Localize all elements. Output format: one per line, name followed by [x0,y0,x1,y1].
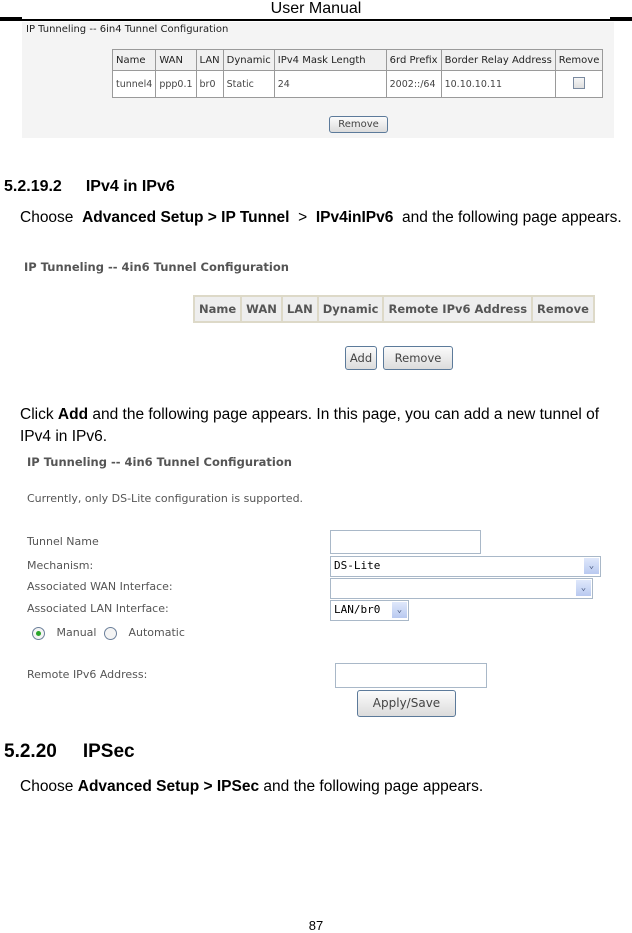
tunnel-table-4in6: Name WAN LAN Dynamic Remote IPv6 Address… [192,295,595,323]
lan-interface-value: LAN/br0 [334,603,381,616]
text-choose: Choose [20,778,74,795]
col-lan: LAN [280,295,319,323]
cell-dynamic: Static [222,70,275,98]
cell-prefix: 2002::/64 [385,70,442,98]
apply-save-button[interactable]: Apply/Save [357,690,456,717]
cell-lan: br0 [195,70,224,98]
radio-manual[interactable] [32,626,45,640]
tunnel-table-6in4: Name WAN LAN Dynamic IPv4 Mask Length 6r… [111,49,604,98]
screenshot-title-4in6-add: IP Tunneling -- 4in6 Tunnel Configuratio… [27,455,292,469]
ipsec-paragraph: Choose Advanced Setup > IPSec and the fo… [20,776,483,798]
screenshot-6in4-config: IP Tunneling -- 6in4 Tunnel Configuratio… [22,22,614,138]
path-separator: > [298,209,308,226]
section-number: 5.2.19.2 [4,178,62,195]
mode-radio-group: Manual Automatic [32,626,185,640]
remove-button-4in6[interactable]: Remove [383,346,453,370]
wan-interface-label: Associated WAN Interface: [27,580,173,593]
cell-name: tunnel4 [111,70,157,98]
remove-checkbox[interactable] [573,76,586,89]
remote-ipv6-label: Remote IPv6 Address: [27,668,148,681]
cell-wan: ppp0.1 [155,70,197,98]
cell-mask: 24 [273,70,387,98]
chevron-down-icon: ⌄ [392,602,407,618]
section-heading-ipsec: 5.2.20 IPSec [4,741,135,763]
page-number: 87 [308,918,324,933]
lan-interface-select[interactable]: LAN/br0 ⌄ [330,600,409,621]
col-wan: WAN [155,49,197,71]
text-rest: and the following page appears. [263,778,484,795]
col-wan: WAN [240,295,283,323]
screenshot-title-4in6-list: IP Tunneling -- 4in6 Tunnel Configuratio… [24,260,289,274]
col-remove: Remove [531,295,595,323]
wan-interface-select[interactable]: ⌄ [330,578,593,599]
chevron-down-icon: ⌄ [584,558,599,574]
menu-path-ipsec: Advanced Setup > IPSec [77,778,260,795]
mechanism-value: DS-Lite [334,559,381,572]
section-title: IPSec [82,741,135,762]
col-remote-ipv6: Remote IPv6 Address [382,295,534,323]
radio-automatic[interactable] [103,626,117,640]
chevron-down-icon: ⌄ [576,580,591,596]
section-heading-4in6: 5.2.19.2 IPv4 in IPv6 [4,178,175,196]
text-rest: and the following page appears. [401,209,622,226]
cell-remove [554,70,604,98]
table-header-row: Name WAN LAN Dynamic Remote IPv6 Address… [192,295,595,323]
text-click: Click [20,406,54,423]
section-number: 5.2.20 [4,741,57,762]
col-dynamic: Dynamic [222,49,275,71]
cell-relay: 10.10.10.11 [440,70,556,98]
ds-lite-note: Currently, only DS-Lite configuration is… [27,492,304,505]
mechanism-select[interactable]: DS-Lite ⌄ [330,556,601,577]
col-name: Name [192,295,243,323]
tunnel-name-input[interactable] [330,530,481,554]
col-lan: LAN [195,49,224,71]
mechanism-label: Mechanism: [27,559,94,572]
table-row: tunnel4 ppp0.1 br0 Static 24 2002::/64 1… [111,70,604,98]
document-header-title: User Manual [270,0,362,17]
col-prefix: 6rd Prefix [385,49,442,71]
text-choose: Choose [20,209,74,226]
radio-automatic-label: Automatic [128,626,185,639]
col-mask: IPv4 Mask Length [273,49,387,71]
tunnel-name-label: Tunnel Name [27,535,99,548]
table-header-row: Name WAN LAN Dynamic IPv4 Mask Length 6r… [111,49,604,71]
remote-ipv6-input[interactable] [335,663,487,688]
col-dynamic: Dynamic [316,295,385,323]
lan-interface-label: Associated LAN Interface: [27,602,169,615]
col-relay: Border Relay Address [440,49,556,71]
menu-path-ipv4inipv6: IPv4inIPv6 [315,209,394,226]
section-title: IPv4 in IPv6 [85,178,175,195]
remove-button[interactable]: Remove [329,116,388,133]
click-add-paragraph: Click Add and the following page appears… [20,404,632,448]
menu-path-ip-tunnel: Advanced Setup > IP Tunnel [82,209,290,226]
col-name: Name [111,49,157,71]
intro-paragraph: Choose Advanced Setup > IP Tunnel > IPv4… [20,207,629,229]
radio-manual-label: Manual [56,626,97,639]
header-rule [0,17,632,21]
col-remove: Remove [554,49,604,71]
add-button[interactable]: Add [345,346,377,370]
text-click-rest: and the following page appears. In this … [20,406,600,445]
text-add-bold: Add [57,406,89,423]
screenshot-title: IP Tunneling -- 6in4 Tunnel Configuratio… [26,24,229,35]
